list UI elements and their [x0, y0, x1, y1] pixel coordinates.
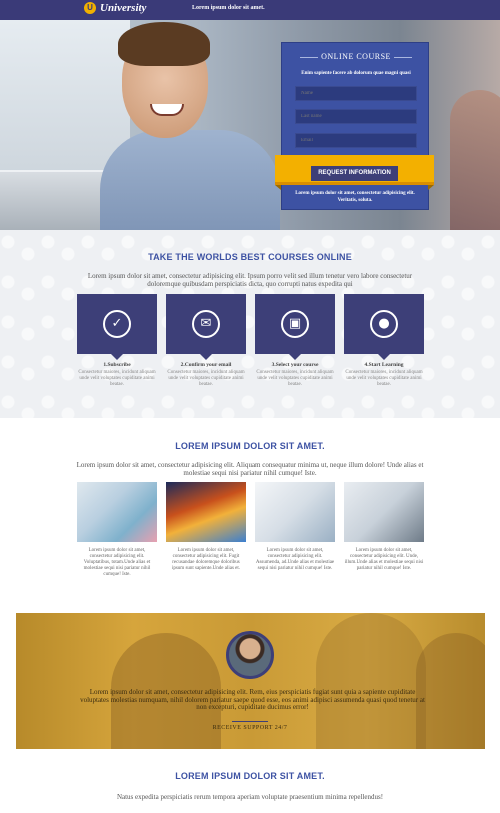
- step-label: 1.Subscribe: [103, 362, 131, 368]
- step-description: Consectetur maiores, incidunt aliquam un…: [345, 370, 423, 387]
- support-label: RECEIVE SUPPORT 24/7: [212, 725, 288, 731]
- gallery-caption: Lorem ipsum dolor sit amet, consectetur …: [344, 548, 424, 571]
- header-tagline: Lorem ipsum dolor sit amet.: [192, 5, 265, 11]
- form-note: Lorem ipsum dolor sit amet, consectetur …: [295, 191, 415, 203]
- final-section-description: Natus expedita perspiciatis rerum tempor…: [116, 793, 384, 801]
- final-section-title: LOREM IPSUM DOLOR SIT AMET.: [175, 771, 325, 781]
- gallery-caption: Lorem ipsum dolor sit amet, consectetur …: [171, 548, 241, 571]
- testimonial-quote: Lorem ipsum dolor sit amet, consectetur …: [80, 688, 425, 711]
- email-input[interactable]: [295, 133, 417, 148]
- steps-section-title: TAKE THE WORLDS BEST COURSES ONLINE: [148, 252, 352, 262]
- user-icon: ●: [370, 310, 398, 338]
- gallery-caption: Lorem ipsum dolor sit amet, consectetur …: [255, 548, 335, 571]
- step-description: Consectetur maiores, incidunt aliquam un…: [167, 370, 245, 387]
- hero-side-person: [450, 90, 500, 230]
- step-label: 4.Start Learning: [364, 362, 404, 368]
- step-label: 2.Confirm your email: [180, 362, 232, 368]
- image-icon: ▣: [281, 310, 309, 338]
- email-icon: ✉: [192, 310, 220, 338]
- step-card-subscribe[interactable]: ✓: [77, 294, 157, 360]
- gallery-photo-doctors[interactable]: [255, 482, 335, 542]
- lastname-input[interactable]: [295, 109, 417, 124]
- quote-divider: [232, 721, 268, 722]
- gallery-photo-lab[interactable]: [77, 482, 157, 542]
- step-description: Consectetur maiores, incidunt aliquam un…: [256, 370, 334, 387]
- name-input[interactable]: [295, 86, 417, 101]
- logo-badge-icon: U: [84, 2, 96, 14]
- ribbon-fold-left: [275, 185, 281, 190]
- form-title: ONLINE COURSE: [321, 52, 391, 61]
- avatar: [226, 631, 274, 679]
- step-card-select-course[interactable]: ▣: [255, 294, 335, 360]
- logo-text: University: [100, 2, 147, 14]
- gallery-caption: Lorem ipsum dolor sit amet, consectetur …: [83, 548, 151, 577]
- ribbon-fold-right: [428, 185, 434, 190]
- logo[interactable]: U University: [84, 2, 146, 14]
- step-description: Consectetur maiores, incidunt aliquam un…: [78, 370, 156, 387]
- step-card-confirm-email[interactable]: ✉: [166, 294, 246, 360]
- gallery-section-title: LOREM IPSUM DOLOR SIT AMET.: [175, 441, 325, 451]
- hero-student: [100, 22, 280, 230]
- check-icon: ✓: [103, 310, 131, 338]
- gallery-photo-chemistry[interactable]: [166, 482, 246, 542]
- form-subtitle: Enim sapiente facere ab dolorum quae mag…: [301, 71, 411, 76]
- step-card-start-learning[interactable]: ●: [344, 294, 424, 360]
- steps-section-description: Lorem ipsum dolor sit amet, consectetur …: [87, 272, 413, 288]
- request-information-button[interactable]: REQUEST INFORMATION: [311, 166, 398, 181]
- gallery-section-description: Lorem ipsum dolor sit amet, consectetur …: [76, 461, 424, 477]
- gallery-photo-microscope[interactable]: [344, 482, 424, 542]
- step-label: 3.Select your course: [271, 362, 319, 368]
